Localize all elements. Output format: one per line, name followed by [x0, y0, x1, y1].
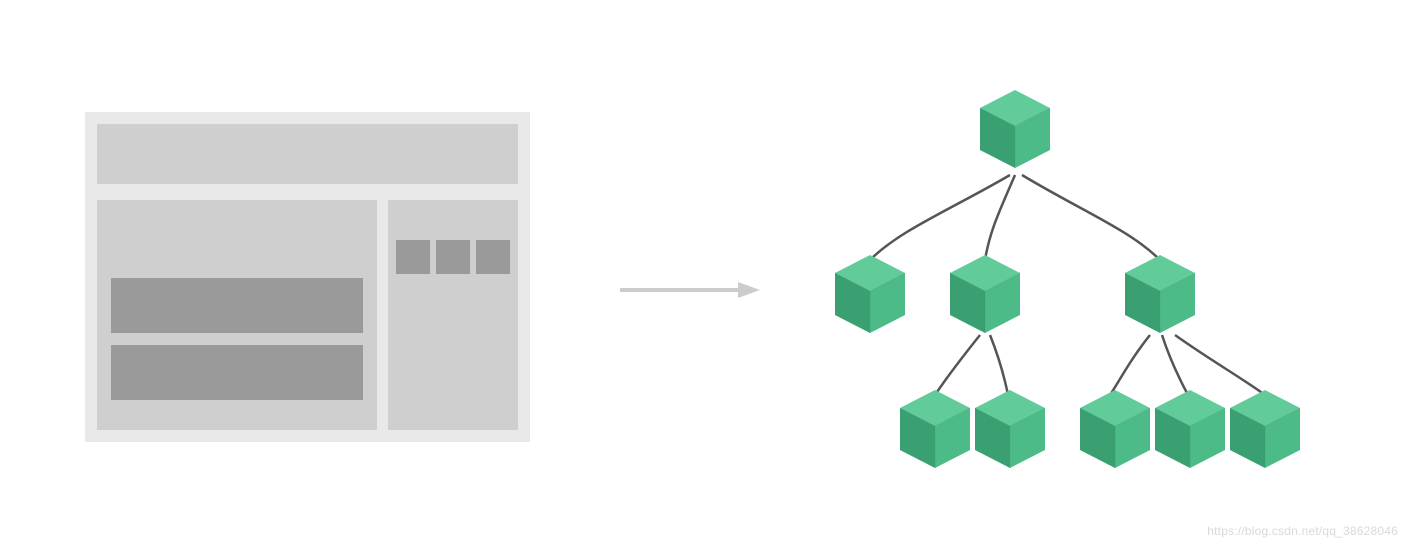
- tree-node-root: [980, 90, 1050, 168]
- tree-node-side: [1125, 255, 1195, 333]
- wireframe-main-row: [111, 278, 363, 333]
- tree-node-thumbnail: [1155, 390, 1225, 468]
- tree-node-header: [835, 255, 905, 333]
- tree-node-main-row: [900, 390, 970, 468]
- wireframe-thumbnail: [396, 240, 430, 274]
- wireframe-thumbnail-row: [396, 240, 510, 274]
- wireframe-header-panel: [97, 124, 518, 184]
- watermark-text: https://blog.csdn.net/qq_38628046: [1207, 524, 1398, 538]
- diagram-stage: https://blog.csdn.net/qq_38628046: [0, 0, 1406, 544]
- wireframe-thumbnail: [436, 240, 470, 274]
- wireframe-main-row: [111, 345, 363, 400]
- wireframe-page: [85, 112, 530, 442]
- component-tree: [790, 60, 1350, 500]
- transform-arrow-icon: [620, 280, 760, 300]
- tree-node-main-row: [975, 390, 1045, 468]
- tree-node-thumbnail: [1230, 390, 1300, 468]
- tree-node-main: [950, 255, 1020, 333]
- wireframe-main-panel: [97, 200, 377, 430]
- tree-node-thumbnail: [1080, 390, 1150, 468]
- wireframe-side-panel: [388, 200, 518, 430]
- wireframe-thumbnail: [476, 240, 510, 274]
